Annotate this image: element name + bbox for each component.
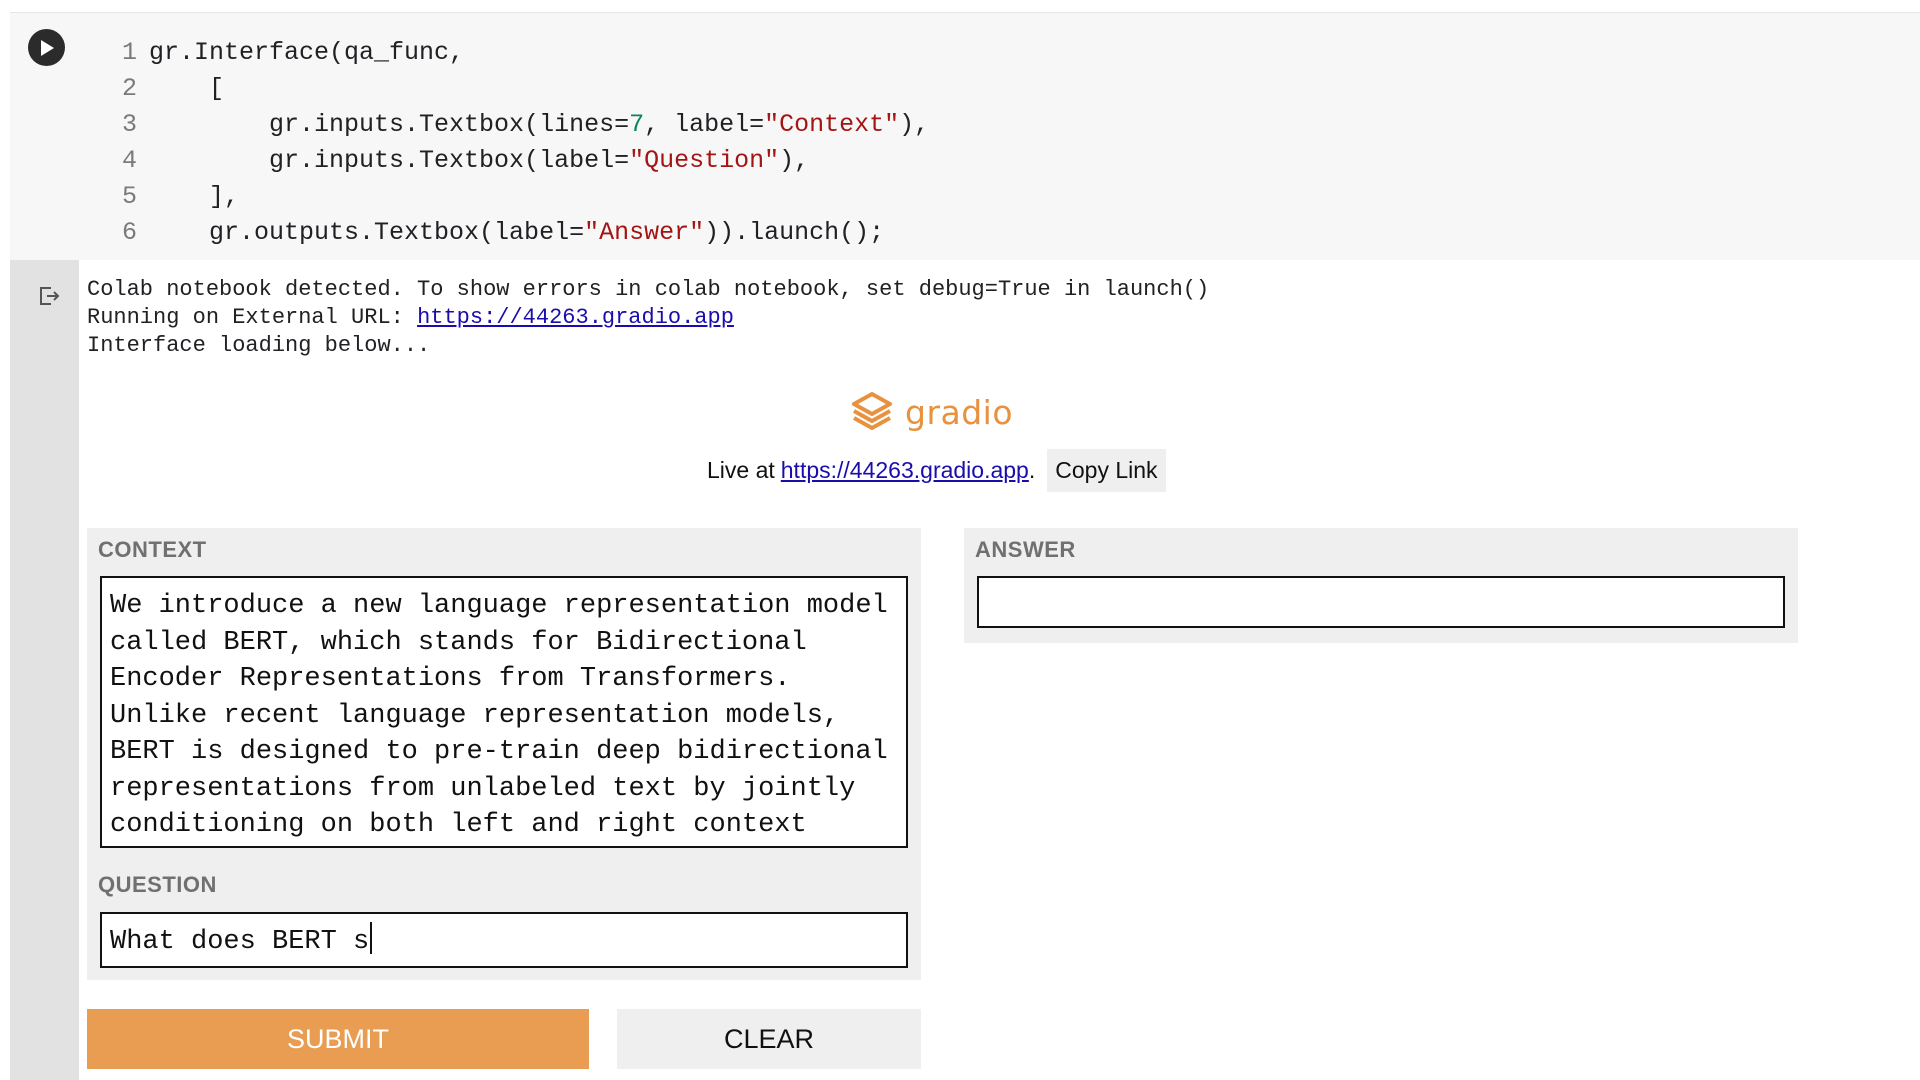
answer-output[interactable] xyxy=(977,576,1785,628)
code-number: 7 xyxy=(629,110,645,139)
code-editor[interactable]: 1 gr.Interface(qa_func, 2 [3 gr.inputs.Tex… xyxy=(105,35,929,251)
live-prefix: Live at xyxy=(707,456,775,483)
code-line: 3 gr.inputs.Textbox(lines= 7, label= "Cont… xyxy=(105,107,929,143)
line-number: 2 xyxy=(121,74,137,103)
line-number: 1 xyxy=(121,38,137,67)
code-string: "Question" xyxy=(629,146,780,175)
line-number: 3 xyxy=(121,110,137,139)
text-caret xyxy=(370,922,373,954)
cell-output: Colab notebook detected. To show errors … xyxy=(79,260,1920,1080)
stdout-line-3: Interface loading below... xyxy=(87,333,431,358)
code-line: 4 gr.inputs.Textbox(label= "Question"), xyxy=(105,143,929,179)
question-label: QUESTION xyxy=(98,872,217,897)
gradio-logo-icon xyxy=(852,392,892,430)
submit-button[interactable]: SUBMIT xyxy=(87,1009,589,1069)
code-line: 6 gr.outputs.Textbox(label= "Answer")).la… xyxy=(105,215,929,251)
code-string: "Context" xyxy=(764,110,900,139)
code-token: )).launch(); xyxy=(704,218,885,247)
stdout-text: Colab notebook detected. To show errors … xyxy=(87,276,1209,360)
output-gutter xyxy=(10,260,79,1080)
code-string: "Answer" xyxy=(584,218,705,247)
live-suffix: . xyxy=(1028,456,1036,483)
copy-link-button[interactable]: Copy Link xyxy=(1047,448,1166,492)
code-token: [ xyxy=(149,74,225,103)
clear-button[interactable]: CLEAR xyxy=(617,1009,921,1069)
line-number: 5 xyxy=(121,182,137,211)
stdout-line-2-prefix: Running on External URL: xyxy=(87,305,418,330)
code-token: ], xyxy=(149,182,240,211)
code-token: ), xyxy=(779,146,810,175)
live-url-row: Live at https://44263.gradio.app. Copy L… xyxy=(707,448,1166,492)
question-value: What does BERT s xyxy=(110,927,370,957)
context-label: CONTEXT xyxy=(98,537,207,562)
line-number: 6 xyxy=(121,218,137,247)
code-token: gr.Interface(qa_func, xyxy=(149,38,465,67)
code-line: 5 ], xyxy=(105,179,929,215)
play-icon xyxy=(40,39,54,56)
run-cell-button[interactable] xyxy=(28,29,65,66)
input-panel: CONTEXT We introduce a new language repr… xyxy=(87,528,921,980)
gradio-header: gradio xyxy=(851,388,1013,436)
code-token: gr.inputs.Textbox(label= xyxy=(149,146,630,175)
external-url-link[interactable]: https://44263.gradio.app xyxy=(417,305,734,330)
code-cell[interactable]: 1 gr.Interface(qa_func, 2 [3 gr.inputs.Tex… xyxy=(10,12,1920,260)
code-line: 2 [ xyxy=(105,71,929,107)
context-textarea[interactable]: We introduce a new language representati… xyxy=(100,576,908,848)
line-number: 4 xyxy=(121,146,137,175)
question-input[interactable]: What does BERT s xyxy=(100,912,908,968)
output-exit-icon[interactable] xyxy=(35,282,63,310)
code-token: ), xyxy=(899,110,930,139)
code-token: gr.outputs.Textbox(label= xyxy=(149,218,585,247)
gradio-wordmark: gradio xyxy=(905,392,1014,432)
stdout-line-1: Colab notebook detected. To show errors … xyxy=(87,277,1210,302)
code-token: , label= xyxy=(644,110,765,139)
output-panel: ANSWER xyxy=(964,528,1798,643)
live-url-link[interactable]: https://44263.gradio.app xyxy=(781,457,1029,484)
answer-label: ANSWER xyxy=(975,537,1076,562)
code-line: 1 gr.Interface(qa_func, xyxy=(105,35,929,71)
code-token: gr.inputs.Textbox(lines= xyxy=(149,110,630,139)
